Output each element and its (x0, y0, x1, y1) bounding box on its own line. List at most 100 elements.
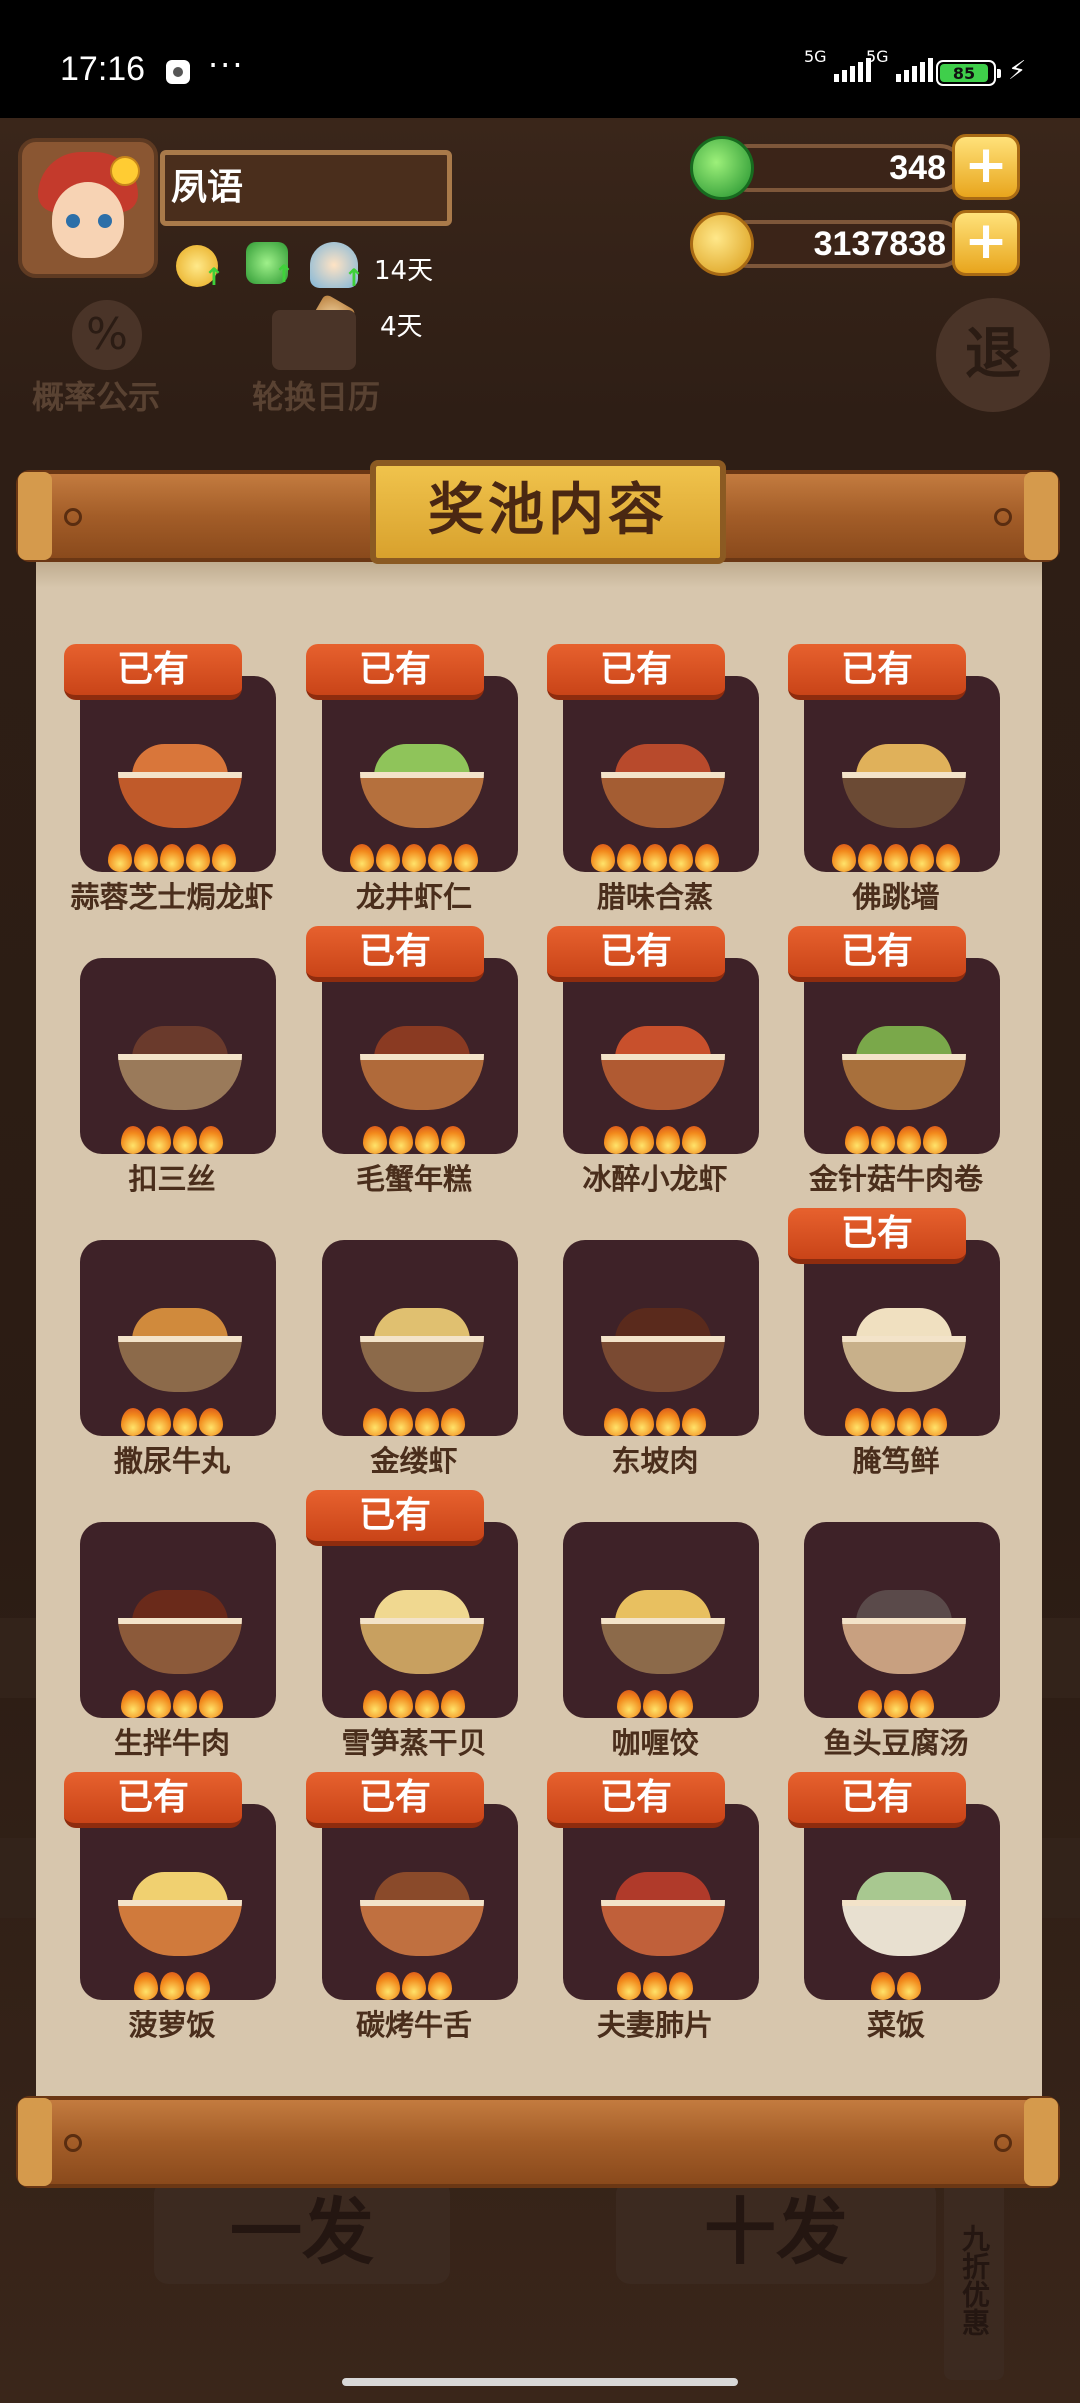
flame-icon (871, 1126, 895, 1154)
dish-card[interactable]: 扣三丝 (72, 926, 276, 1196)
dish-card[interactable]: 毛蟹年糕 已有 (306, 926, 518, 1196)
rarity-flames (555, 1972, 755, 2002)
dish-name: 撒尿牛丸 (113, 1444, 230, 1478)
dish-name: 蒜蓉芝士焗龙虾 (70, 880, 274, 914)
dish-card[interactable]: 东坡肉 (555, 1208, 759, 1478)
flame-icon (173, 1126, 197, 1154)
flame-icon (910, 844, 934, 872)
flame-icon (402, 844, 426, 872)
player-name: 夙语 (160, 150, 452, 226)
dish-name: 菜饭 (866, 2008, 925, 2042)
rarity-flames (555, 1126, 755, 1156)
jade-icon (690, 136, 754, 200)
cured-meat-dish-icon (601, 744, 725, 830)
dish-card[interactable]: 菠萝饭 已有 (64, 1772, 276, 2042)
flame-icon (682, 1126, 706, 1154)
flame-icon (923, 1126, 947, 1154)
flame-icon (591, 844, 615, 872)
dish-name: 扣三丝 (128, 1162, 216, 1196)
beef-dish-icon (118, 1590, 242, 1676)
dish-card[interactable]: 菜饭 已有 (788, 1772, 1000, 2042)
bamboo-soup-icon (842, 1308, 966, 1394)
crayfish-dish-icon (601, 1026, 725, 1112)
owned-badge: 已有 (547, 1772, 725, 1828)
coin-boost-icon[interactable]: ↑ (176, 245, 224, 291)
flame-icon (604, 1126, 628, 1154)
flame-icon (121, 1690, 145, 1718)
flame-icon (897, 1972, 921, 2000)
flame-icon (134, 844, 158, 872)
notification-app-icon (166, 60, 190, 84)
dish-card[interactable]: 腌笃鲜 已有 (788, 1208, 1000, 1478)
battery-level: 85 (940, 64, 988, 83)
flame-icon (923, 1408, 947, 1436)
flame-icon (656, 1408, 680, 1436)
dish-card[interactable]: 鱼头豆腐汤 (796, 1490, 1000, 1760)
owned-badge: 已有 (64, 644, 242, 700)
flame-icon (350, 844, 374, 872)
owned-badge: 已有 (788, 644, 966, 700)
dish-name: 咖喱饺 (611, 1726, 699, 1760)
owned-badge: 已有 (547, 926, 725, 982)
beef-roll-dish-icon (842, 1026, 966, 1112)
rarity-flames (72, 1408, 272, 1438)
flame-icon (173, 1408, 197, 1436)
player-avatar[interactable] (18, 138, 158, 278)
grilled-tongue-icon (360, 1872, 484, 1958)
flame-icon (160, 1972, 184, 2000)
shrimp-dish-icon (360, 744, 484, 830)
rarity-flames (796, 1408, 996, 1438)
rarity-flames (314, 1972, 514, 2002)
dish-card[interactable]: 蒜蓉芝士焗龙虾 已有 (64, 644, 276, 914)
rarity-flames (314, 1408, 514, 1438)
food-boost-icon[interactable]: ↑ (310, 242, 364, 292)
dish-card[interactable]: 碳烤牛舌 已有 (306, 1772, 518, 2042)
add-jade-button[interactable]: + (952, 134, 1020, 200)
soup-pot-icon (842, 744, 966, 830)
dish-name: 毛蟹年糕 (355, 1162, 472, 1196)
panel-title: 奖池内容 (370, 460, 726, 564)
flame-icon (415, 1126, 439, 1154)
battery-icon: 85 (936, 60, 1001, 86)
dish-card[interactable]: 生拌牛肉 (72, 1490, 276, 1760)
flame-icon (376, 1972, 400, 2000)
flame-icon (669, 1690, 693, 1718)
dish-card[interactable]: 夫妻肺片 已有 (547, 1772, 759, 2042)
flame-icon (617, 1690, 641, 1718)
dish-card[interactable]: 雪笋蒸干贝 已有 (306, 1490, 518, 1760)
dish-card[interactable]: 龙井虾仁 已有 (306, 644, 518, 914)
dish-card[interactable]: 冰醉小龙虾 已有 (547, 926, 759, 1196)
pineapple-rice-icon (118, 1872, 242, 1958)
flame-icon (669, 844, 693, 872)
tool-boost-days: 4天 (380, 312, 423, 342)
flame-icon (617, 1972, 641, 2000)
ten-draw-button: 十发 (616, 2180, 936, 2284)
flame-icon (441, 1408, 465, 1436)
add-gold-button[interactable]: + (952, 210, 1020, 276)
home-indicator[interactable] (342, 2378, 738, 2386)
rarity-flames (72, 1690, 272, 1720)
lobster-dish-icon (118, 744, 242, 830)
owned-badge: 已有 (788, 1772, 966, 1828)
flame-icon (376, 844, 400, 872)
flame-icon (845, 1408, 869, 1436)
rarity-flames (314, 844, 514, 874)
dish-name: 腊味合蒸 (596, 880, 713, 914)
dish-card[interactable]: 咖喱饺 (555, 1490, 759, 1760)
dish-card[interactable]: 撒尿牛丸 (72, 1208, 276, 1478)
flame-icon (428, 844, 452, 872)
dish-card[interactable]: 腊味合蒸 已有 (547, 644, 759, 914)
rarity-flames (555, 844, 755, 874)
dumpling-dish-icon (601, 1590, 725, 1676)
dish-card[interactable]: 佛跳墙 已有 (788, 644, 1000, 914)
status-bar: 17:16 ··· 5G 5G 85 ⚡ (0, 0, 1080, 118)
flame-icon (147, 1690, 171, 1718)
flame-icon (363, 1126, 387, 1154)
dish-card[interactable]: 金针菇牛肉卷 已有 (788, 926, 1000, 1196)
flame-icon (897, 1126, 921, 1154)
dish-card[interactable]: 金缕虾 (314, 1208, 518, 1478)
avatar-badge-icon (110, 156, 140, 186)
jade-boost-icon[interactable]: ↑ (246, 242, 294, 288)
flame-icon (845, 1126, 869, 1154)
prize-pool-panel: 蒜蓉芝士焗龙虾 已有 龙井虾仁 已有 腊味合蒸 已有 佛跳墙 已有 扣三丝 毛蟹年糕 已有 冰醉小龙虾… (36, 552, 1042, 2100)
